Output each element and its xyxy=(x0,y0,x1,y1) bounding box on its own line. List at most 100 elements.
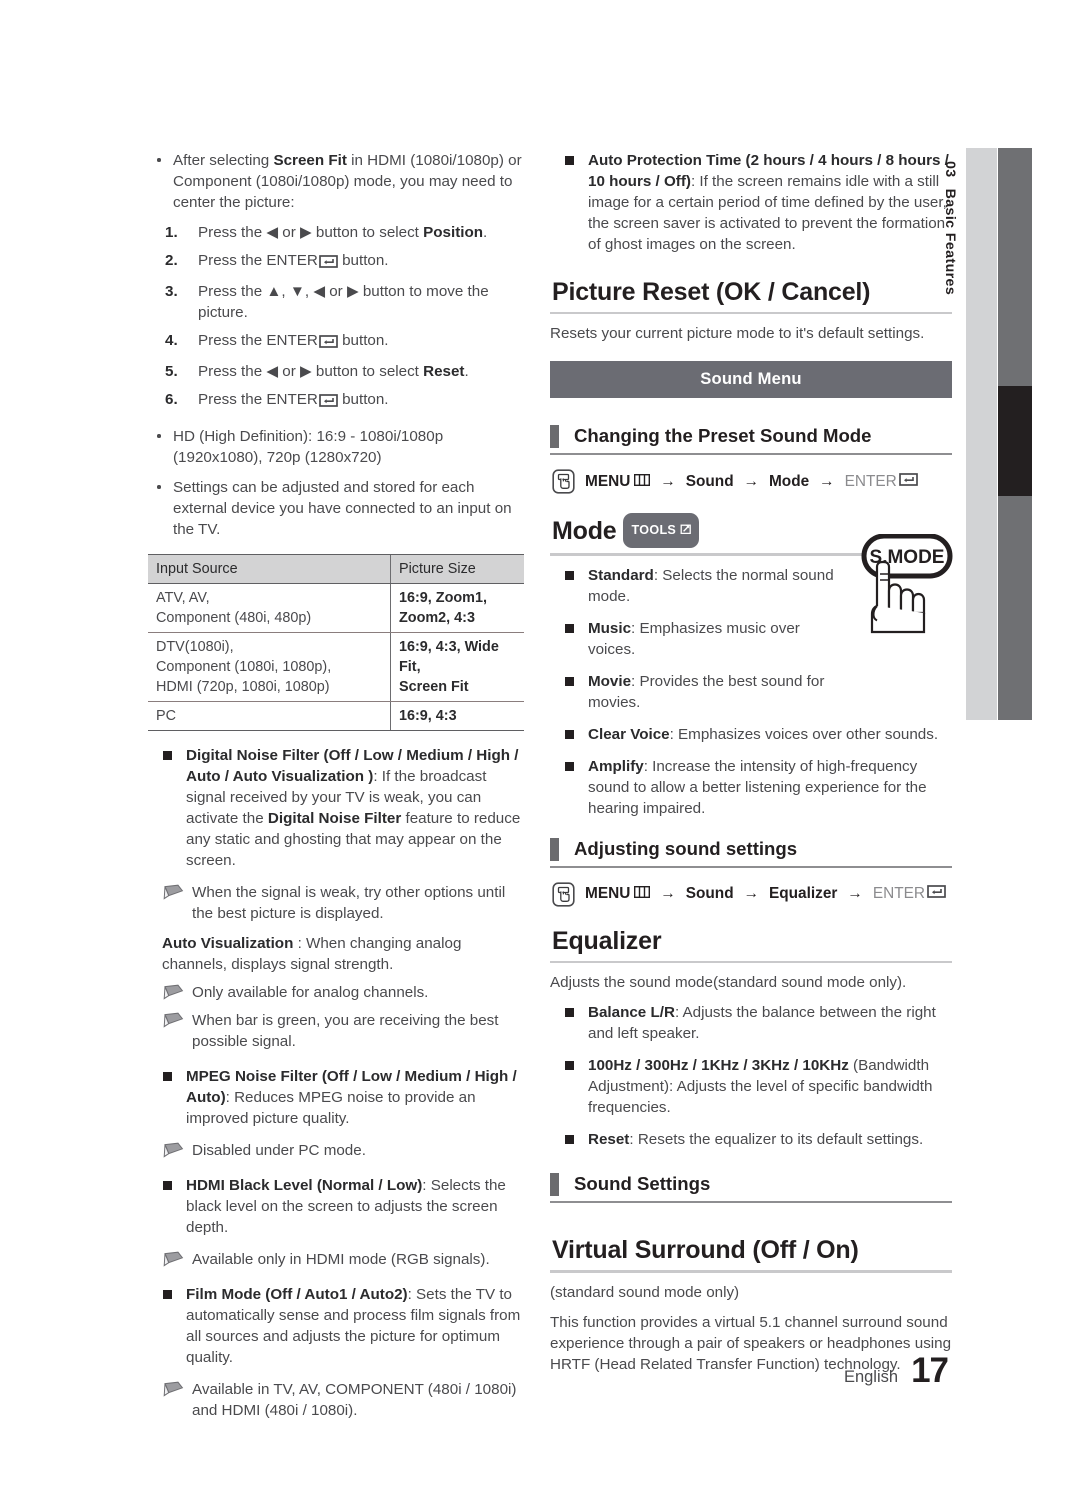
square-bullet-icon xyxy=(163,1290,172,1299)
note-hdmi-black: Available only in HDMI mode (RGB signals… xyxy=(148,1249,526,1270)
chapter-tab-background xyxy=(966,148,997,720)
heading-tick-icon xyxy=(550,1173,559,1197)
bullet-settings-text: Settings can be adjusted and stored for … xyxy=(173,479,512,538)
mode-item-name: Movie xyxy=(588,672,632,690)
heading-rule xyxy=(550,312,952,315)
table-row: DTV(1080i), Component (1080i, 1080p), HD… xyxy=(148,632,524,702)
note-dnf: When the signal is weak, try other optio… xyxy=(148,882,526,924)
step-5-text: Press the ◀ or ▶ button to select xyxy=(198,363,424,380)
heading-virtual-surround: Virtual Surround (Off / On) xyxy=(552,1236,859,1265)
path-arrow-3: → xyxy=(847,885,863,903)
square-bullet-icon xyxy=(163,1072,172,1081)
step-1-strong: Position xyxy=(423,224,484,241)
equalizer-item-name: Reset xyxy=(588,1131,630,1149)
heading-picture-reset: Picture Reset (OK / Cancel) xyxy=(552,278,871,306)
path-arrow-2: → xyxy=(743,885,759,903)
step-2: 2. Press the ENTER button. xyxy=(148,250,526,274)
pencil-note-icon xyxy=(162,1251,184,1267)
item-auto-protection-time: Auto Protection Time (2 hours / 4 hours … xyxy=(550,150,952,255)
table-cell-size: 16:9, 4:3 xyxy=(390,701,524,731)
chapter-strip-active-marker xyxy=(998,386,1032,496)
path-arrow-2: → xyxy=(743,472,759,490)
mode-item-movie: Movie: Provides the best sound for movie… xyxy=(550,671,850,713)
step-list: 1. Press the ◀ or ▶ button to select Posi… xyxy=(148,222,526,413)
item-mpeg-noise-filter: MPEG Noise Filter (Off / Low / Medium / … xyxy=(148,1066,526,1129)
item-auto-visualization: Auto Visualization : When changing analo… xyxy=(148,933,526,975)
bullet-hd: HD (High Definition): 16:9 - 1080i/1080p… xyxy=(148,426,526,468)
chapter-title: Basic Features xyxy=(942,188,959,296)
footer-page-number: 17 xyxy=(911,1351,949,1390)
heading-text: Changing the Preset Sound Mode xyxy=(574,425,872,447)
path-enter-label: ENTER xyxy=(844,472,897,490)
enter-key-icon xyxy=(319,333,338,354)
mode-item-name: Amplify xyxy=(588,757,644,775)
item-hdmi-black-level: HDMI Black Level (Normal / Low): Selects… xyxy=(148,1175,526,1238)
step-1-text: Press the ◀ or ▶ button to select xyxy=(198,224,424,241)
note-mpeg: Disabled under PC mode. xyxy=(148,1140,526,1161)
picture-size-table: Input Source Picture Size ATV, AV, Compo… xyxy=(148,554,524,731)
tools-badge: TOOLS xyxy=(623,513,700,549)
enter-key-icon xyxy=(927,885,946,903)
heading-rule xyxy=(550,960,952,964)
tools-arrow-icon xyxy=(679,515,691,545)
path-enter-label: ENTER xyxy=(872,885,925,903)
heading-sound-settings: Sound Settings xyxy=(550,1172,952,1204)
page-footer: English 17 xyxy=(844,1351,949,1391)
path-equalizer: Equalizer xyxy=(768,885,838,903)
menu-label: MENU xyxy=(585,885,631,903)
path-sound: Sound xyxy=(685,472,734,490)
pencil-note-icon xyxy=(162,1381,184,1397)
step-6-text: Press the xyxy=(198,391,267,408)
heading-rule xyxy=(550,1270,952,1273)
mode-item-name: Standard xyxy=(588,566,654,584)
square-bullet-icon xyxy=(565,623,574,633)
equalizer-item-bandwidth: 100Hz / 300Hz / 1KHz / 3KHz / 10KHz (Ban… xyxy=(550,1055,952,1118)
bullet-screen-fit: After selecting Screen Fit in HDMI (1080… xyxy=(148,150,526,213)
menu-grid-icon xyxy=(634,473,651,491)
pencil-note-icon xyxy=(162,984,184,1000)
note-auto-vis-2: When bar is green, you are receiving the… xyxy=(148,1010,526,1052)
step-6: 6. Press the ENTER button. xyxy=(148,389,526,413)
mode-item-name: Music xyxy=(588,619,632,637)
note-film-mode: Available in TV, AV, COMPONENT (480i / 1… xyxy=(148,1379,526,1421)
table-row: PC 16:9, 4:3 xyxy=(148,701,524,731)
bullet-hd-text: HD (High Definition): 16:9 - 1080i/1080p… xyxy=(173,428,444,466)
path-arrow-3: → xyxy=(819,472,835,490)
menu-path-sound-mode: MENU → Sound → Mode → ENTER xyxy=(552,469,952,494)
path-arrow-1: → xyxy=(660,472,676,490)
item-digital-noise-filter: Digital Noise Filter (Off / Low / Medium… xyxy=(148,745,526,871)
heading-adjusting-sound-settings: Adjusting sound settings xyxy=(550,837,952,868)
table-cell-source: PC xyxy=(148,701,391,731)
bullet-screen-fit-pre: After selecting xyxy=(173,152,274,169)
table-cell-size: 16:9, Zoom1, Zoom2, 4:3 xyxy=(390,583,524,633)
picture-reset-body: Resets your current picture mode to it's… xyxy=(550,325,925,343)
step-5-number: 5. xyxy=(165,363,178,380)
equalizer-item-balance: Balance L/R: Adjusts the balance between… xyxy=(550,1002,952,1044)
note-auto-vis-1-text: Only available for analog channels. xyxy=(192,984,429,1001)
heading-underline xyxy=(550,453,952,456)
mode-items: Standard: Selects the normal sound mode.… xyxy=(550,565,850,713)
dnf-body-strong: Digital Noise Filter xyxy=(267,810,402,827)
step-1: 1. Press the ◀ or ▶ button to select Posi… xyxy=(148,222,526,243)
heading-underline xyxy=(550,865,952,868)
auto-vis-title: Auto Visualization xyxy=(162,935,294,952)
step-1-number: 1. xyxy=(165,224,178,241)
mode-item-amplify: Amplify: Increase the intensity of high-… xyxy=(550,756,952,819)
tools-badge-label: TOOLS xyxy=(631,523,677,538)
table-header-input-source: Input Source xyxy=(148,554,391,584)
enter-label: ENTER xyxy=(266,252,318,269)
note-hdmi-black-text: Available only in HDMI mode (RGB signals… xyxy=(192,1251,490,1268)
table-header-picture-size: Picture Size xyxy=(390,554,524,584)
pencil-note-icon xyxy=(162,884,184,900)
enter-label: ENTER xyxy=(266,332,318,349)
step-4: 4. Press the ENTER button. xyxy=(148,330,526,354)
square-bullet-icon xyxy=(565,1008,574,1018)
pencil-note-icon xyxy=(162,1012,184,1028)
step-3: 3. Press the ▲, ▼, ◀ or ▶ button to move … xyxy=(148,281,526,323)
item-film-mode: Film Mode (Off / Auto1 / Auto2): Sets th… xyxy=(148,1284,526,1368)
mode-item-clear-voice: Clear Voice: Emphasizes voices over othe… xyxy=(550,724,952,745)
step-5-strong: Reset xyxy=(423,363,465,380)
hdmi-black-title: HDMI Black Level (Normal / Low) xyxy=(186,1177,423,1194)
enter-label: ENTER xyxy=(266,391,318,408)
note-auto-vis-1: Only available for analog channels. xyxy=(148,982,526,1003)
